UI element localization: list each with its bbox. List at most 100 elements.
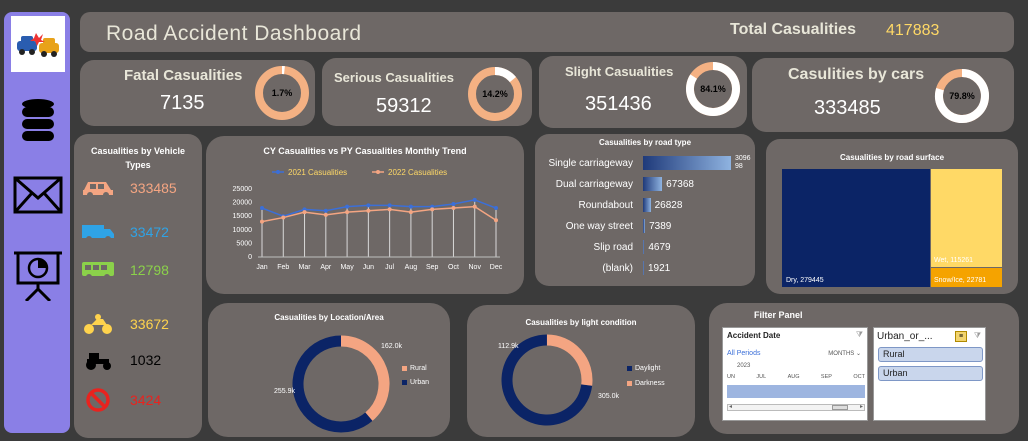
car-icon — [80, 176, 116, 200]
road-type-bar — [643, 177, 663, 191]
vehicle-row-other: 3424 — [80, 388, 200, 412]
road-type-label: Slip road — [593, 242, 633, 253]
road-type-label: Single carriageway — [548, 158, 634, 169]
database-icon[interactable] — [12, 94, 64, 148]
road-type-label: One way street — [565, 221, 633, 232]
x-tick-label: Nov — [469, 264, 482, 271]
donut-slice — [292, 335, 373, 433]
data-point — [366, 208, 371, 213]
data-point — [366, 203, 371, 208]
light-label-daylight: 305.0k — [598, 393, 620, 400]
data-point — [387, 203, 392, 208]
x-tick-label: Apr — [320, 264, 332, 271]
road-type-value: 67368 — [666, 179, 694, 190]
clear-filter-icon[interactable]: ⧩ — [856, 330, 863, 340]
legend-item: 2022 Casualities — [388, 168, 447, 177]
filter-panel: Filter Panel Accident Date ⧩ All Periods… — [709, 303, 1019, 434]
vehicle-value: 33472 — [130, 224, 169, 240]
data-point — [472, 204, 477, 209]
kpi-title: Casulities — [788, 66, 864, 83]
y-tick-label: 10000 — [233, 227, 253, 234]
location-legend-rural: Rural — [402, 365, 427, 372]
x-tick-label: Dec — [490, 264, 503, 271]
light-label-darkness: 112.9k — [498, 343, 519, 350]
timeline-year: 2023 — [737, 363, 751, 369]
all-periods-link[interactable]: All Periods — [727, 350, 760, 357]
road-type-bar — [643, 261, 644, 275]
surface-dry-cell: Dry, 279445 — [782, 169, 930, 287]
kpi-card-slight: Slight Casualities 351436 84.1% — [539, 56, 747, 128]
surface-dry-label: Dry, 279445 — [786, 277, 824, 284]
scroll-right-arrow[interactable]: ▸ — [860, 403, 863, 410]
road-type-value: 1921 — [648, 263, 671, 274]
vehicle-value: 1032 — [130, 352, 162, 368]
kpi-value: 351436 — [585, 93, 652, 115]
vehicle-value: 333485 — [130, 180, 177, 196]
slicer-option-urban[interactable]: Urban — [878, 366, 983, 381]
total-casualities-label: Total Casualities — [730, 21, 856, 38]
kpi-title: Serious — [334, 70, 382, 85]
mail-icon[interactable] — [12, 168, 64, 222]
legend-marker — [376, 170, 380, 174]
kpi-value: 333485 — [814, 97, 881, 119]
surface-wet-cell: Wet, 115261 — [931, 169, 1002, 267]
light-donut — [501, 334, 593, 426]
total-casualities-value: 417883 — [886, 22, 940, 39]
vehicle-row-tractor: 1032 — [80, 348, 200, 372]
data-point — [451, 201, 456, 206]
months-dropdown[interactable]: MONTHS ⌄ — [828, 350, 861, 357]
data-point — [472, 197, 477, 202]
timeline-bar[interactable] — [727, 385, 865, 398]
date-slicer: Accident Date ⧩ All Periods MONTHS ⌄ 202… — [722, 327, 868, 421]
x-tick-label: Aug — [405, 264, 418, 271]
x-tick-label: May — [340, 264, 354, 271]
kpi-donut-fill — [494, 67, 517, 83]
road-surface-title: Casualities by road surface — [839, 153, 945, 162]
timeline-scrollbar[interactable]: ◂ ▸ — [727, 404, 865, 411]
data-point — [451, 206, 456, 211]
x-tick-label: Mar — [299, 264, 312, 271]
y-tick-label: 25000 — [233, 186, 253, 193]
data-point — [387, 207, 392, 212]
kpi-donut: 79.8% — [935, 69, 989, 123]
surface-wet-label: Wet, 115261 — [934, 257, 974, 264]
data-point — [408, 204, 413, 209]
data-point — [281, 215, 286, 220]
x-tick-label: Sep — [426, 264, 439, 271]
kpi-title-b: Casualities — [385, 70, 454, 85]
kpi-donut-label: 1.7% — [272, 88, 293, 98]
scroll-left-arrow[interactable]: ◂ — [729, 403, 732, 410]
data-point — [323, 208, 328, 213]
data-point — [302, 210, 307, 215]
monthly-trend-chart: 2021 Casualities 2022 Casualities 0 5000 100… — [233, 168, 503, 271]
kpi-value: 7135 — [160, 92, 205, 114]
data-point — [408, 210, 413, 215]
location-legend-urban: Urban — [402, 379, 429, 386]
area-slicer: Urban_or_... ≡ ⧩ Rural Urban — [873, 327, 986, 421]
clear-filter-icon[interactable]: ⧩ — [974, 331, 981, 341]
road-surface-panel: Casualities by road surface Dry, 279445 … — [766, 139, 1018, 294]
scroll-thumb[interactable] — [832, 405, 848, 410]
y-tick-label: 20000 — [233, 200, 253, 207]
presentation-chart-icon[interactable] — [12, 248, 64, 302]
data-point — [260, 206, 264, 211]
sidebar — [4, 12, 70, 433]
road-type-label: Dual carriageway — [555, 179, 633, 190]
bus-icon — [80, 258, 116, 282]
tractor-icon — [80, 348, 116, 372]
monthly-trend-panel: CY Casualities vs PY Casualities Monthly… — [206, 136, 524, 294]
kpi-value: 59312 — [376, 95, 432, 117]
area-slicer-header: Urban_or_... — [877, 331, 933, 342]
kpi-card-serious: Serious Casualities 59312 14.2% — [322, 58, 532, 126]
x-tick-label: Jul — [385, 264, 394, 271]
light-legend-daylight: Daylight — [627, 365, 660, 372]
data-point — [494, 206, 498, 211]
car-crash-icon[interactable] — [11, 16, 65, 72]
y-tick-label: 5000 — [236, 240, 252, 247]
x-tick-label: Oct — [448, 264, 459, 271]
kpi-card-fatal: Fatal Casualities 7135 1.7% — [80, 60, 315, 126]
vehicle-row-car: 333485 — [80, 176, 200, 200]
slicer-option-rural[interactable]: Rural — [878, 347, 983, 362]
road-type-title: Casualities by road type — [598, 138, 692, 147]
multi-select-icon[interactable]: ≡ — [955, 331, 967, 342]
